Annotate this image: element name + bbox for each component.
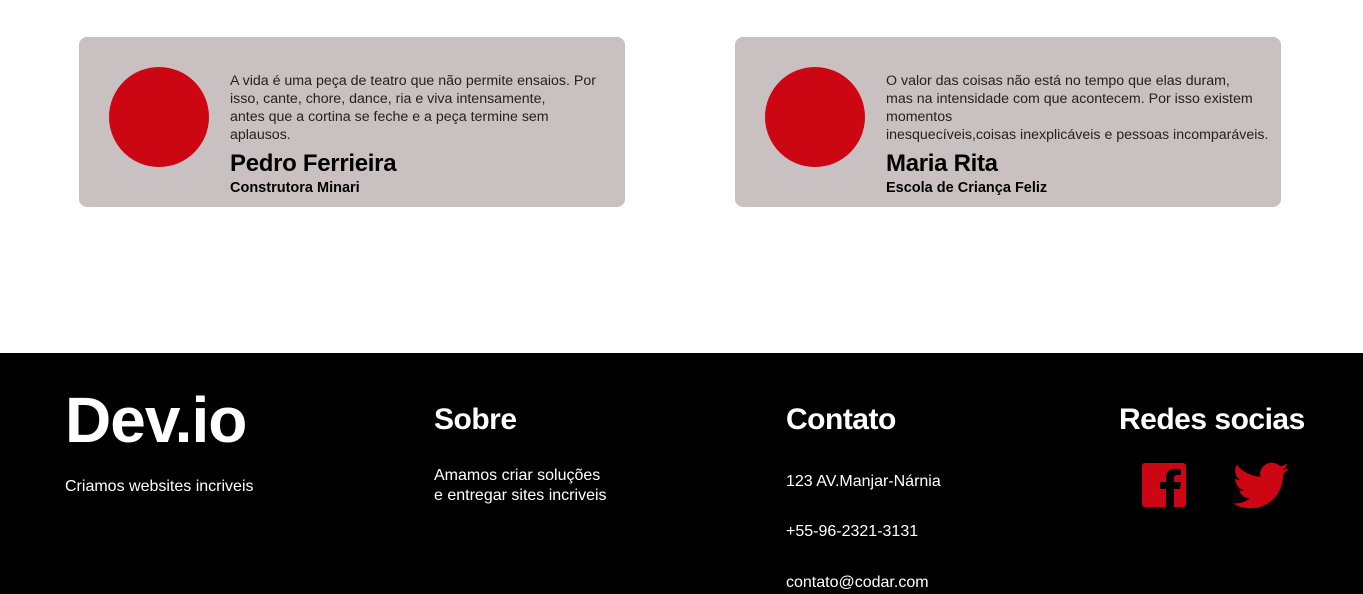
- sobre-title: Sobre: [434, 403, 517, 436]
- avatar: [765, 67, 865, 167]
- quote-line: isso, cante, chore, dance, ria e viva in…: [230, 91, 546, 107]
- twitter-icon[interactable]: [1232, 460, 1290, 510]
- quote-line: momentos: [886, 109, 953, 125]
- sobre-line: e entregar sites incriveis: [434, 487, 607, 504]
- sobre-line: Amamos criar soluções: [434, 467, 601, 484]
- testimonial-company: Construtora Minari: [230, 180, 360, 196]
- testimonial-company: Escola de Criança Feliz: [886, 180, 1048, 196]
- testimonial-card: A vida é uma peça de teatro que não perm…: [79, 37, 625, 207]
- redes-title: Redes socias: [1119, 403, 1305, 436]
- quote-line: A vida é uma peça de teatro que não perm…: [230, 73, 596, 89]
- testimonial-quote: A vida é uma peça de teatro que não perm…: [230, 72, 625, 144]
- sobre-text: Amamos criar soluções e entregar sites i…: [434, 466, 607, 506]
- footer-tagline: Criamos websites incriveis: [65, 478, 254, 495]
- contato-title: Contato: [786, 403, 896, 436]
- contact-email[interactable]: contato@codar.com: [786, 574, 929, 592]
- quote-line: aplausos.: [230, 127, 291, 143]
- testimonial-card: O valor das coisas não está no tempo que…: [735, 37, 1281, 207]
- footer: Dev.io Criamos websites incriveis Sobre …: [0, 353, 1363, 594]
- quote-line: inesquecíveis,coisas inexplicáveis e pes…: [886, 127, 1269, 143]
- brand-logo: Dev.io: [65, 384, 247, 456]
- testimonial-quote: O valor das coisas não está no tempo que…: [886, 72, 1281, 144]
- testimonial-name: Pedro Ferrieira: [230, 150, 397, 177]
- quote-line: O valor das coisas não está no tempo que…: [886, 73, 1230, 89]
- contact-address: 123 AV.Manjar-Nárnia: [786, 473, 941, 490]
- testimonials-section: A vida é uma peça de teatro que não perm…: [0, 0, 1363, 353]
- testimonial-name: Maria Rita: [886, 150, 998, 177]
- facebook-icon[interactable]: [1140, 460, 1198, 510]
- quote-line: antes que a cortina se feche e a peça te…: [230, 109, 549, 125]
- avatar: [109, 67, 209, 167]
- contact-phone[interactable]: +55-96-2321-3131: [786, 523, 918, 541]
- quote-line: mas na intensidade com que acontecem. Po…: [886, 91, 1253, 107]
